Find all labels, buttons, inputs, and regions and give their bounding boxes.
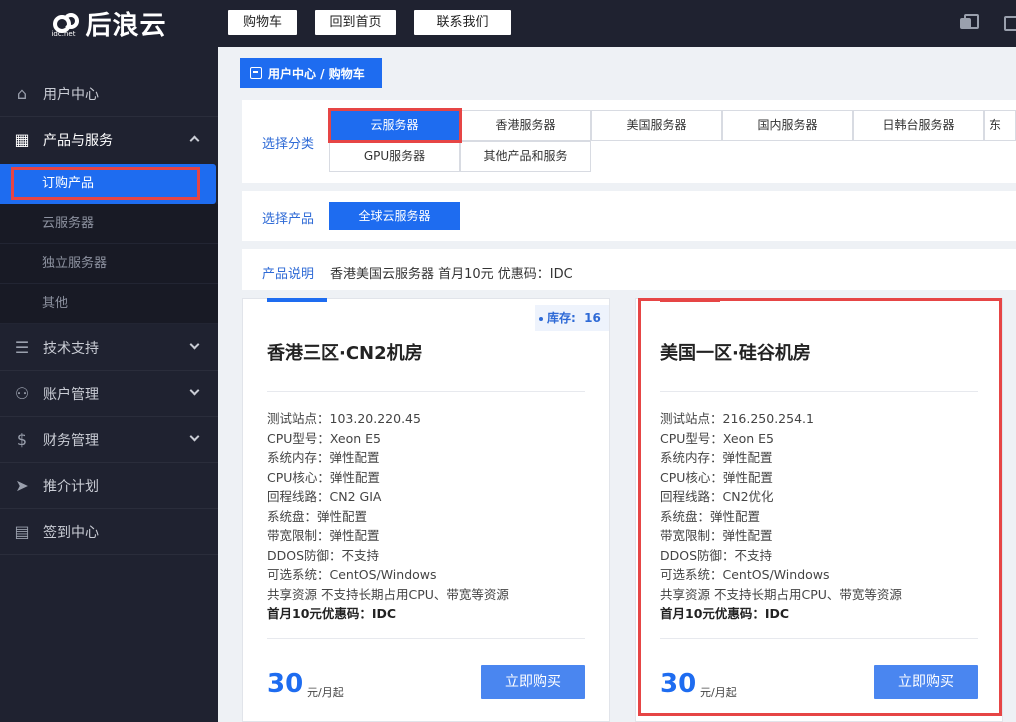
description-panel: 产品说明 香港美国云服务器 首月10元 优惠码：IDC xyxy=(242,249,1016,290)
card-specs: 测试站点：103.20.220.45 CPU型号：Xeon E5 系统内存：弹性… xyxy=(267,411,509,621)
document-icon: ☰ xyxy=(14,337,30,357)
sidebar-item-products[interactable]: ▦ 产品与服务 xyxy=(0,117,218,163)
user-icon: ⚇ xyxy=(14,383,30,403)
highlight-box xyxy=(11,167,200,200)
logo[interactable]: idc.net 后浪云 xyxy=(0,0,218,47)
grid-icon: ▦ xyxy=(14,130,30,149)
chevron-down-icon xyxy=(189,431,200,442)
card-title: 香港三区·CN2机房 xyxy=(267,343,423,364)
description-label: 产品说明 xyxy=(262,267,315,282)
sidebar-sub-cloud[interactable]: 云服务器 xyxy=(0,204,218,244)
price-unit: 元/月起 xyxy=(307,686,344,699)
sidebar-item-label: 推介计划 xyxy=(43,478,99,495)
sidebar-item-label: 签到中心 xyxy=(43,524,99,541)
money-icon: $ xyxy=(16,429,28,449)
sidebar-item-label: 产品与服务 xyxy=(43,133,113,149)
sidebar-item-promo[interactable]: ➤ 推介计划 xyxy=(0,463,218,509)
main-content: 用户中心 / 购物车 选择分类 云服务器 香港服务器 美国服务器 国内服务器 日… xyxy=(218,47,1016,722)
top-nav: 购物车 回到首页 联系我们 xyxy=(228,10,529,35)
category-cn[interactable]: 国内服务器 xyxy=(722,110,853,141)
product-global-cloud[interactable]: 全球云服务器 xyxy=(329,202,460,230)
copy-icon[interactable] xyxy=(960,14,979,30)
top-bar: idc.net 后浪云 购物车 回到首页 联系我们 xyxy=(0,0,1016,47)
divider xyxy=(267,391,585,392)
send-icon: ➤ xyxy=(15,475,29,495)
sidebar-item-label: 技术支持 xyxy=(43,340,99,357)
category-jkt[interactable]: 日韩台服务器 xyxy=(853,110,984,141)
mail-icon[interactable] xyxy=(1000,14,1016,31)
category-more[interactable]: 东 xyxy=(984,110,1016,141)
category-hk[interactable]: 香港服务器 xyxy=(460,110,591,141)
buy-button[interactable]: 立即购买 xyxy=(481,665,585,699)
description-text: 香港美国云服务器 首月10元 优惠码：IDC xyxy=(330,267,573,282)
sidebar-item-signin[interactable]: ▤ 签到中心 xyxy=(0,509,218,555)
sidebar-item-label: 财务管理 xyxy=(43,432,99,449)
home-button[interactable]: 回到首页 xyxy=(315,10,396,35)
highlight-box xyxy=(638,298,1002,716)
sidebar-sub-dedicated[interactable]: 独立服务器 xyxy=(0,244,218,284)
card-tab-indicator xyxy=(267,298,327,302)
sidebar-item-user-center[interactable]: ⌂ 用户中心 xyxy=(0,71,218,117)
breadcrumb-text: 用户中心 / 购物车 xyxy=(268,66,365,81)
category-us[interactable]: 美国服务器 xyxy=(591,110,722,141)
sidebar-item-finance[interactable]: $ 财务管理 xyxy=(0,417,218,463)
calendar-icon: ▤ xyxy=(14,521,30,541)
category-label: 选择分类 xyxy=(262,137,315,152)
product-card-hk: 库存: 16 香港三区·CN2机房 测试站点：103.20.220.45 CPU… xyxy=(242,298,610,722)
product-panel: 选择产品 全球云服务器 xyxy=(242,191,1016,241)
stock-badge: 库存: 16 xyxy=(535,305,609,331)
top-icons xyxy=(936,14,1016,31)
sidebar-sub-other[interactable]: 其他 xyxy=(0,284,218,324)
sidebar-item-account[interactable]: ⚇ 账户管理 xyxy=(0,371,218,417)
cart-button[interactable]: 购物车 xyxy=(228,10,297,35)
cloud-logo-icon: idc.net xyxy=(51,11,81,38)
divider xyxy=(267,638,585,639)
sidebar-item-tech[interactable]: ☰ 技术支持 xyxy=(0,325,218,371)
chevron-down-icon xyxy=(189,339,200,350)
category-panel: 选择分类 云服务器 香港服务器 美国服务器 国内服务器 日韩台服务器 东 GPU… xyxy=(242,100,1016,183)
product-label: 选择产品 xyxy=(262,212,315,227)
highlight-box xyxy=(328,108,462,143)
chevron-down-icon xyxy=(189,385,200,396)
price: 30 xyxy=(267,669,304,699)
category-gpu[interactable]: GPU服务器 xyxy=(329,141,460,172)
sidebar-item-label: 账户管理 xyxy=(43,386,99,403)
contact-button[interactable]: 联系我们 xyxy=(414,10,511,35)
home-icon: ⌂ xyxy=(16,83,28,103)
logo-text: 后浪云 xyxy=(85,11,167,41)
breadcrumb[interactable]: 用户中心 / 购物车 xyxy=(240,58,382,88)
sidebar-item-label: 用户中心 xyxy=(43,86,99,103)
category-other[interactable]: 其他产品和服务 xyxy=(460,141,591,172)
login-icon xyxy=(250,67,262,79)
sidebar: ⌂ 用户中心 ▦ 产品与服务 订购产品 云服务器 独立服务器 其他 ☰ 技术支持… xyxy=(0,47,218,722)
chevron-up-icon xyxy=(189,135,200,146)
